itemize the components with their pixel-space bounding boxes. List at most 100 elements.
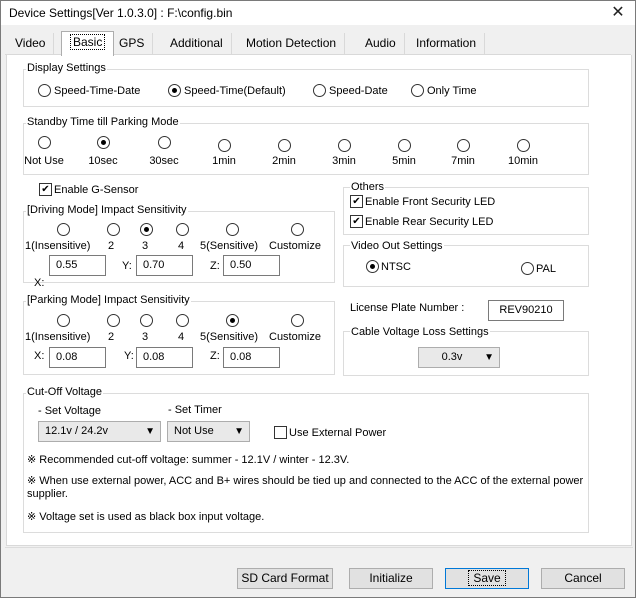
driving-radio-customize[interactable] xyxy=(291,223,304,236)
driving-radio-5[interactable] xyxy=(226,223,239,236)
radio-label: 30sec xyxy=(149,155,179,167)
set-timer-value: Not Use xyxy=(174,425,214,437)
external-power-checkbox[interactable] xyxy=(274,426,287,439)
driving-z-label: Z: xyxy=(210,260,220,272)
radio-label: Customize xyxy=(269,331,321,343)
parking-z-label: Z: xyxy=(210,350,220,362)
driving-z-input[interactable]: 0.50 xyxy=(223,255,280,276)
parking-z-input[interactable]: 0.08 xyxy=(223,347,280,368)
radio-label: 7min xyxy=(451,155,475,167)
radio-label: Speed-Time-Date xyxy=(54,85,141,97)
save-button[interactable]: Save xyxy=(445,568,529,589)
cancel-button[interactable]: Cancel xyxy=(541,568,625,589)
parking-radio-5[interactable] xyxy=(226,314,239,327)
radio-ntsc[interactable] xyxy=(366,260,379,273)
rear-led-label: Enable Rear Security LED xyxy=(365,216,494,228)
front-led-checkbox[interactable] xyxy=(350,195,363,208)
radio-label: 2 xyxy=(108,331,115,343)
tab-gps[interactable]: GPS xyxy=(111,33,154,55)
set-timer-select[interactable]: Not Use ▼ xyxy=(167,421,250,442)
driving-x-label: X: xyxy=(34,277,45,289)
parking-x-input[interactable]: 0.08 xyxy=(49,347,106,368)
radio-10sec[interactable] xyxy=(97,136,110,149)
basic-tab-panel: Display Settings Speed-Time-Date Speed-T… xyxy=(6,55,632,546)
parking-radio-1[interactable] xyxy=(57,314,70,327)
radio-only-time[interactable] xyxy=(411,84,424,97)
radio-label: Speed-Time(Default) xyxy=(184,85,286,97)
radio-pal[interactable] xyxy=(521,262,534,275)
driving-radio-3[interactable] xyxy=(140,223,153,236)
driving-radio-1[interactable] xyxy=(57,223,70,236)
cutoff-note-external: ※ When use external power, ACC and B+ wi… xyxy=(27,475,584,500)
radio-label: Customize xyxy=(269,240,321,252)
parking-y-input[interactable]: 0.08 xyxy=(136,347,193,368)
tab-video[interactable]: Video xyxy=(7,33,55,55)
radio-1min[interactable] xyxy=(218,139,231,152)
radio-5min[interactable] xyxy=(398,139,411,152)
radio-speed-time-default[interactable] xyxy=(168,84,181,97)
radio-label: 1min xyxy=(212,155,236,167)
tab-additional[interactable]: Additional xyxy=(162,33,232,55)
parking-radio-2[interactable] xyxy=(107,314,120,327)
radio-label: 10min xyxy=(508,155,538,167)
radio-label: PAL xyxy=(536,263,556,275)
sd-card-format-button[interactable]: SD Card Format xyxy=(237,568,333,589)
radio-speed-time-date[interactable] xyxy=(38,84,51,97)
parking-radio-customize[interactable] xyxy=(291,314,304,327)
radio-30sec[interactable] xyxy=(158,136,171,149)
front-led-label: Enable Front Security LED xyxy=(365,196,496,208)
radio-10min[interactable] xyxy=(517,139,530,152)
license-plate-input[interactable]: REV90210 xyxy=(488,300,564,321)
gsensor-checkbox[interactable] xyxy=(39,183,52,196)
driving-radio-4[interactable] xyxy=(176,223,189,236)
parking-radio-4[interactable] xyxy=(176,314,189,327)
standby-group xyxy=(23,123,589,175)
cutoff-voltage-title: Cut-Off Voltage xyxy=(26,386,104,398)
initialize-button[interactable]: Initialize xyxy=(349,568,433,589)
standby-title: Standby Time till Parking Mode xyxy=(26,116,180,128)
footer-divider xyxy=(5,547,633,548)
chevron-down-icon: ▼ xyxy=(145,426,155,437)
tab-information[interactable]: Information xyxy=(408,33,486,55)
cutoff-note-recommended: ※ Recommended cut-off voltage: summer - … xyxy=(27,454,350,466)
radio-label: Speed-Date xyxy=(329,85,388,97)
chevron-down-icon: ▼ xyxy=(484,352,494,363)
radio-2min[interactable] xyxy=(278,139,291,152)
radio-7min[interactable] xyxy=(457,139,470,152)
tab-audio[interactable]: Audio xyxy=(357,33,405,55)
radio-label: Only Time xyxy=(427,85,477,97)
tab-motion-detection[interactable]: Motion Detection xyxy=(238,33,346,55)
driving-y-input[interactable]: 0.70 xyxy=(136,255,193,276)
radio-speed-date[interactable] xyxy=(313,84,326,97)
set-voltage-value: 12.1v / 24.2v xyxy=(45,425,108,437)
save-label: Save xyxy=(468,570,506,586)
radio-label: 1(Insensitive) xyxy=(25,331,91,343)
set-voltage-select[interactable]: 12.1v / 24.2v ▼ xyxy=(38,421,161,442)
parking-y-label: Y: xyxy=(124,350,134,362)
radio-label: 1(Insensitive) xyxy=(25,240,91,252)
tab-basic[interactable]: Basic xyxy=(61,31,115,56)
radio-label: 2 xyxy=(108,240,115,252)
set-voltage-label: - Set Voltage xyxy=(38,405,101,417)
radio-not-use[interactable] xyxy=(38,136,51,149)
title-bar: Device Settings[Ver 1.0.3.0] : F:\config… xyxy=(1,1,635,25)
gsensor-label: Enable G-Sensor xyxy=(54,184,139,196)
cable-voltage-select[interactable]: 0.3v ▼ xyxy=(418,347,500,368)
close-button[interactable]: ✕ xyxy=(601,1,635,25)
tab-bar: Video Basic GPS Additional Motion Detect… xyxy=(5,31,631,56)
settings-window: Device Settings[Ver 1.0.3.0] : F:\config… xyxy=(0,0,636,598)
external-power-label: Use External Power xyxy=(289,427,387,439)
driving-radio-2[interactable] xyxy=(107,223,120,236)
parking-radio-3[interactable] xyxy=(140,314,153,327)
radio-label: 5(Sensitive) xyxy=(200,331,259,343)
window-title: Device Settings[Ver 1.0.3.0] : F:\config… xyxy=(9,6,233,20)
license-plate-label: License Plate Number : xyxy=(350,302,465,314)
rear-led-checkbox[interactable] xyxy=(350,215,363,228)
radio-3min[interactable] xyxy=(338,139,351,152)
driving-x-input[interactable]: 0.55 xyxy=(49,255,106,276)
set-timer-label: - Set Timer xyxy=(168,404,222,416)
radio-label: 4 xyxy=(178,331,185,343)
radio-label: NTSC xyxy=(381,261,411,273)
display-settings-title: Display Settings xyxy=(26,62,107,74)
radio-label: Not Use xyxy=(24,155,64,167)
